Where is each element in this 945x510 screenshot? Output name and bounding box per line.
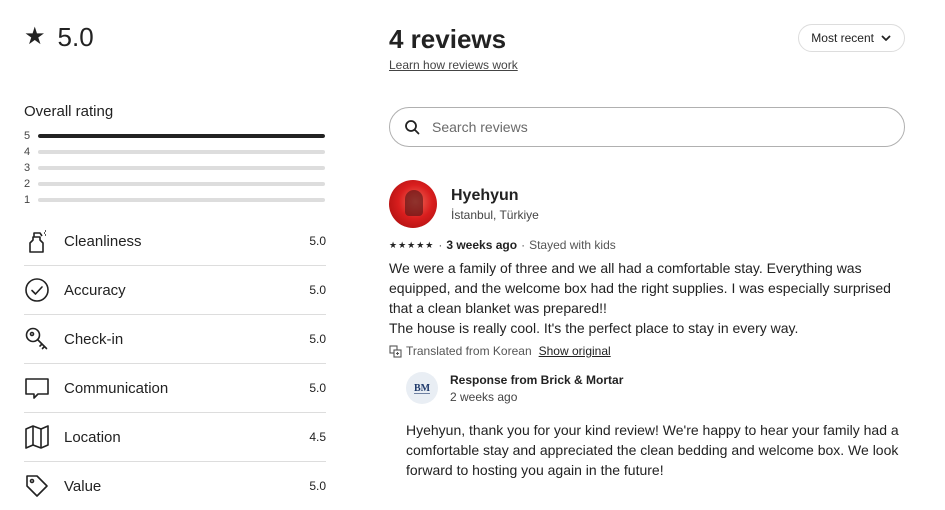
overall-score-value: 5.0: [57, 22, 94, 52]
search-input[interactable]: [430, 118, 890, 136]
translate-icon: [389, 344, 402, 358]
category-check-in: Check-in 5.0: [24, 315, 326, 364]
review-text-paragraph: We were a family of three and we all had…: [389, 260, 891, 316]
category-label: Cleanliness: [64, 232, 142, 250]
review-card: Hyehyun İstanbul, Türkiye ★★★★★ · 3 week…: [389, 180, 905, 480]
reviews-count-title: 4 reviews: [389, 24, 507, 54]
spray-bottle-icon: [29, 230, 46, 253]
meta-separator: ·: [521, 238, 526, 252]
rating-bar-track: [38, 134, 325, 138]
category-location: Location 4.5: [24, 413, 326, 462]
host-response-title: Response from Brick & Mortar: [450, 372, 624, 387]
rating-bar-label: 3: [24, 162, 31, 174]
reviewer-info: Hyehyun İstanbul, Türkiye: [451, 187, 539, 222]
translated-from-label: Translated from Korean: [406, 344, 532, 358]
search-icon: [405, 120, 420, 135]
review-text: We were a family of three and we all had…: [389, 258, 905, 338]
rating-bar-row: 1: [24, 192, 326, 208]
learn-how-reviews-work-link[interactable]: Learn how reviews work: [389, 58, 518, 72]
rating-bar-label: 5: [24, 130, 31, 142]
category-value: 5.0: [309, 381, 326, 395]
category-ratings: Cleanliness 5.0 Accuracy 5.0 Check-in 5.…: [24, 217, 326, 510]
trip-type: Stayed with kids: [529, 238, 616, 252]
reviewer-location: İstanbul, Türkiye: [451, 207, 539, 222]
category-communication: Communication 5.0: [24, 364, 326, 413]
sort-dropdown[interactable]: Most recent: [798, 24, 905, 52]
rating-bar-row: 2: [24, 176, 326, 192]
rating-bar-track: [38, 166, 325, 170]
category-value: 5.0: [309, 283, 326, 297]
key-icon: [25, 327, 48, 350]
host-response: BM Response from Brick & Mortar 2 weeks …: [406, 372, 905, 480]
host-logo: BM: [406, 372, 438, 404]
review-text-paragraph: The house is really cool. It's the perfe…: [389, 320, 799, 336]
rating-distribution: 5 4 3 2 1: [24, 128, 326, 208]
show-original-link[interactable]: Show original: [539, 344, 611, 358]
review-date: 3 weeks ago: [446, 238, 518, 252]
search-bar[interactable]: [389, 107, 905, 147]
rating-bar-row: 3: [24, 160, 326, 176]
category-accuracy: Accuracy 5.0: [24, 266, 326, 315]
reviewer-name: Hyehyun: [451, 186, 519, 204]
rating-bar-row: 4: [24, 144, 326, 160]
category-cleanliness: Cleanliness 5.0: [24, 217, 326, 266]
rating-bar-track: [38, 150, 325, 154]
category-label: Communication: [64, 379, 169, 397]
meta-separator: ·: [438, 238, 443, 252]
sort-dropdown-label: Most recent: [811, 31, 874, 45]
category-label: Check-in: [64, 330, 124, 348]
translation-notice: Translated from Korean Show original: [389, 344, 905, 358]
category-value: 4.5: [309, 430, 326, 444]
chat-bubble-icon: [25, 378, 49, 399]
overall-rating-title: Overall rating: [24, 103, 114, 120]
reviewer-header: Hyehyun İstanbul, Türkiye: [389, 180, 905, 228]
check-circle-icon: [25, 278, 49, 302]
chevron-down-icon: [881, 35, 891, 41]
category-value: 5.0: [309, 332, 326, 346]
category-value: 5.0: [309, 234, 326, 248]
host-logo-text: BM: [414, 383, 431, 394]
rating-bar-fill: [38, 134, 325, 138]
star-icon: ★: [24, 23, 46, 50]
host-response-header: BM Response from Brick & Mortar 2 weeks …: [406, 372, 905, 404]
category-value: 5.0: [309, 479, 326, 493]
rating-bar-track: [38, 182, 325, 186]
host-response-info: Response from Brick & Mortar 2 weeks ago: [450, 373, 623, 404]
rating-bar-row: 5: [24, 128, 326, 144]
rating-bar-label: 4: [24, 146, 31, 158]
avatar[interactable]: [389, 180, 437, 228]
review-meta: ★★★★★ · 3 weeks ago · Stayed with kids: [389, 238, 905, 252]
overall-score: ★ 5.0: [24, 24, 94, 50]
host-response-text: Hyehyun, thank you for your kind review!…: [406, 422, 899, 478]
host-response-date: 2 weeks ago: [450, 389, 518, 404]
rating-bar-label: 1: [24, 194, 31, 206]
review-stars: ★★★★★: [389, 239, 435, 250]
category-label: Value: [64, 477, 102, 495]
rating-bar-track: [38, 198, 325, 202]
map-icon: [25, 425, 49, 449]
price-tag-icon: [26, 475, 48, 497]
category-label: Accuracy: [64, 281, 126, 299]
rating-bar-label: 2: [24, 178, 31, 190]
category-label: Location: [64, 428, 121, 446]
brick-mortar-logo-icon: BM: [414, 383, 431, 394]
